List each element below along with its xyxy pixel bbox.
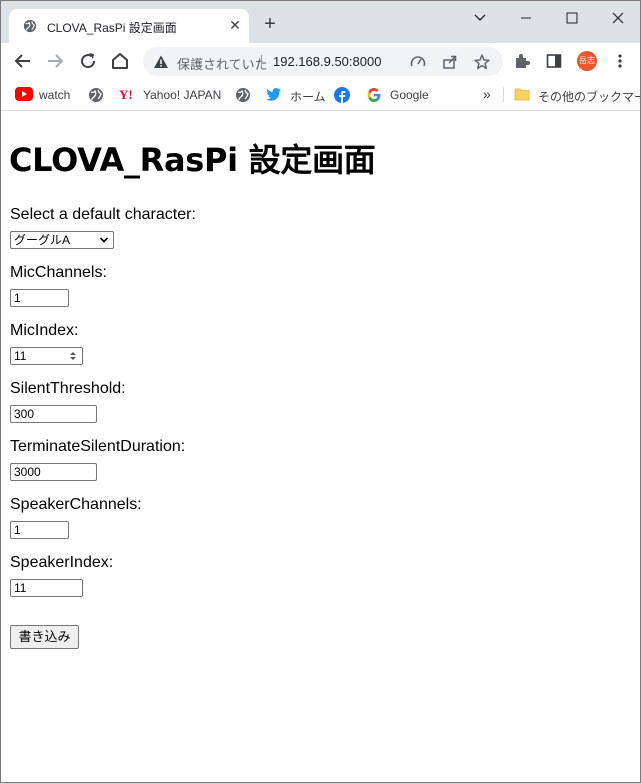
speaker-channels-label: SpeakerChannels: xyxy=(10,496,142,513)
terminate-silent-duration-label: TerminateSilentDuration: xyxy=(10,438,186,455)
speaker-index-input[interactable]: 11 xyxy=(10,579,83,597)
bookmark-star-icon[interactable] xyxy=(473,53,491,71)
url-text[interactable]: 192.168.9.50:8000 xyxy=(273,54,381,69)
mic-channels-input[interactable]: 1 xyxy=(10,289,69,307)
globe-icon xyxy=(89,88,103,102)
share-icon[interactable] xyxy=(441,53,459,71)
facebook-icon xyxy=(334,87,350,103)
minimize-icon[interactable] xyxy=(511,7,541,29)
maximize-icon[interactable] xyxy=(557,7,587,29)
security-status: 保護されていた xyxy=(177,57,268,72)
tab-close-icon[interactable]: ✕ xyxy=(227,17,243,33)
home-icon[interactable] xyxy=(108,49,132,73)
extensions-icon[interactable] xyxy=(513,52,531,70)
globe-icon xyxy=(23,19,37,33)
browser-window: CLOVA_RasPi 設定画面 ✕ + 保護されていた 192.168.9.5… xyxy=(0,0,641,783)
page-title: CLOVA_RasPi 設定画面 xyxy=(9,141,376,179)
tab-title: CLOVA_RasPi 設定画面 xyxy=(47,21,177,35)
terminate-silent-duration-input[interactable]: 3000 xyxy=(10,463,97,481)
folder-icon xyxy=(514,88,530,101)
page-content: CLOVA_RasPi 設定画面 Select a default charac… xyxy=(1,111,640,782)
bookmarks-overflow-chevron[interactable]: » xyxy=(483,86,495,104)
bookmark-yahoo[interactable]: Y! Yahoo! JAPAN xyxy=(119,86,223,104)
bookmark-watch[interactable]: watch xyxy=(15,86,75,104)
yahoo-icon: Y! xyxy=(119,87,133,101)
address-bar[interactable]: 保護されていた 192.168.9.50:8000 xyxy=(143,47,503,76)
performance-icon[interactable] xyxy=(409,53,427,71)
twitter-icon xyxy=(266,88,281,101)
mic-channels-label: MicChannels: xyxy=(10,264,107,281)
bookmarks-bar: watch Y! Yahoo! JAPAN ホーム Google » その他のブ… xyxy=(1,79,640,111)
tab-search-chevron-icon[interactable] xyxy=(465,7,495,29)
mic-index-label: MicIndex: xyxy=(10,322,79,339)
reload-icon[interactable] xyxy=(76,49,100,73)
bookmark-twitter-home[interactable]: ホーム xyxy=(266,86,326,104)
silent-threshold-input[interactable]: 300 xyxy=(10,405,97,423)
bookmarks-divider xyxy=(503,87,504,103)
new-tab-icon[interactable]: + xyxy=(259,13,281,35)
other-bookmarks-folder[interactable]: その他のブックマーク xyxy=(514,86,640,104)
profile-avatar[interactable]: 岳志 xyxy=(577,51,597,71)
submit-button[interactable]: 書き込み xyxy=(10,625,79,649)
side-panel-icon[interactable] xyxy=(545,52,563,70)
mic-index-input[interactable]: 11 xyxy=(10,347,83,365)
spinner-arrows-icon[interactable] xyxy=(67,350,79,362)
tab-active[interactable]: CLOVA_RasPi 設定画面 ✕ xyxy=(9,9,249,43)
tab-strip: CLOVA_RasPi 設定画面 ✕ + xyxy=(1,1,640,43)
back-icon[interactable] xyxy=(11,49,35,73)
character-select-value: グーグルA xyxy=(14,233,71,247)
svg-text:Y!: Y! xyxy=(119,87,133,101)
globe-icon xyxy=(236,88,250,102)
forward-icon[interactable] xyxy=(43,49,67,73)
speaker-channels-input[interactable]: 1 xyxy=(10,521,69,539)
bookmark-globe-1[interactable] xyxy=(88,86,106,104)
youtube-icon xyxy=(15,87,33,101)
character-select[interactable]: グーグルA xyxy=(10,231,114,249)
bookmark-google[interactable]: Google xyxy=(366,86,432,104)
silent-threshold-label: SilentThreshold: xyxy=(10,380,126,397)
google-icon xyxy=(367,88,381,102)
warning-icon[interactable] xyxy=(153,54,169,70)
character-label: Select a default character: xyxy=(10,206,196,223)
close-window-icon[interactable] xyxy=(603,7,633,29)
chevron-down-icon xyxy=(99,237,109,243)
bookmark-globe-2[interactable] xyxy=(235,86,253,104)
more-menu-icon[interactable] xyxy=(611,52,629,70)
toolbar: 保護されていた 192.168.9.50:8000 岳志 xyxy=(1,43,640,79)
speaker-index-label: SpeakerIndex: xyxy=(10,554,114,571)
bookmark-facebook[interactable] xyxy=(334,86,352,104)
omnibox-divider xyxy=(261,55,262,69)
